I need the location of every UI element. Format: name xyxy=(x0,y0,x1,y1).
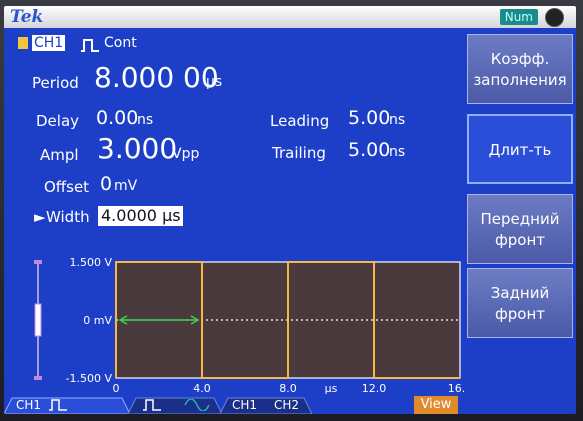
softkey-duty-cycle-line2: заполнения xyxy=(473,71,567,89)
amplitude-label: Ampl xyxy=(40,146,79,164)
run-mode-label: Cont xyxy=(104,35,137,51)
delay-value[interactable]: 0.00 xyxy=(96,107,138,129)
tab-pulse-icon xyxy=(49,399,67,411)
x-tick-label: 0 xyxy=(113,382,120,394)
width-input[interactable]: 4.0000 µs xyxy=(98,206,183,226)
view-button[interactable]: View xyxy=(414,396,458,414)
delay-unit: ns xyxy=(137,112,154,128)
parameters-panel: CH1 Cont Period 8.000 00 µs Delay 0.00 n… xyxy=(4,28,464,228)
softkey-trailing-edge-line2: фронт xyxy=(494,305,546,323)
lock-status-icon xyxy=(545,8,564,27)
amplitude-scale-slider xyxy=(34,303,42,337)
delay-label: Delay xyxy=(36,112,80,130)
offset-label: Offset xyxy=(44,178,90,196)
leading-unit: ns xyxy=(389,112,406,128)
pulse-waveform-icon xyxy=(81,39,99,52)
tab-sine-icon[interactable] xyxy=(184,399,210,411)
amplitude-unit: Vpp xyxy=(172,146,200,162)
tab-ch2[interactable]: CH2 xyxy=(274,396,299,414)
period-unit: µs xyxy=(206,74,223,90)
tab-ch1[interactable]: CH1 xyxy=(16,396,41,414)
x-axis-unit-label: µs xyxy=(325,382,338,394)
title-bar: Tek Num xyxy=(4,6,576,28)
width-label: Width xyxy=(46,208,90,226)
softkey-leading-edge-line2: фронт xyxy=(494,231,546,249)
channel-color-badge xyxy=(18,37,28,49)
softkey-duty-cycle[interactable]: Коэфф. заполнения xyxy=(467,34,573,104)
tab-pulse-icon-2[interactable] xyxy=(142,399,162,411)
softkey-leading-edge[interactable]: Передний фронт xyxy=(467,194,573,264)
offset-value[interactable]: 0 xyxy=(100,173,112,195)
trailing-label: Trailing xyxy=(272,144,326,162)
softkey-trailing-edge[interactable]: Задний фронт xyxy=(467,268,573,338)
selected-parameter-arrow: ► xyxy=(34,208,46,226)
softkey-menu: Коэфф. заполнения Длит-ть Передний фронт… xyxy=(467,28,576,400)
num-lock-indicator: Num xyxy=(499,9,538,25)
period-value[interactable]: 8.000 00 xyxy=(94,61,219,94)
y-tick-label: -1.500 V xyxy=(66,372,113,385)
softkey-width-line1: Длит-ть xyxy=(488,141,552,159)
y-tick-label: 1.500 V xyxy=(69,256,112,269)
softkey-width[interactable]: Длит-ть xyxy=(467,114,573,184)
leading-label: Leading xyxy=(270,112,330,130)
trailing-unit: ns xyxy=(389,144,406,160)
x-tick-label: 16.0 xyxy=(448,382,464,394)
offset-unit: mV xyxy=(114,178,138,194)
softkey-duty-cycle-line1: Коэфф. xyxy=(490,50,550,68)
amplitude-scale-top-cap xyxy=(34,260,42,264)
period-label: Period xyxy=(32,74,79,92)
waveform-chart: 1.500 V 0 mV -1.500 V0 4.0 8.0 12.0 16.0 µs xyxy=(34,256,464,394)
x-tick-label: 12.0 xyxy=(362,382,387,394)
waveform-display: 1.500 V 0 mV -1.500 V0 4.0 8.0 12.0 16.0 µs xyxy=(4,228,464,394)
display-screen: Tek Num CH1 Cont Period 8.000 00 µs Dela… xyxy=(4,6,576,414)
bottom-tab-bar: CH1 CH1 CH2 View xyxy=(4,396,576,414)
channel-label[interactable]: CH1 xyxy=(32,35,66,51)
softkey-trailing-edge-line1: Задний xyxy=(490,284,550,302)
trailing-value[interactable]: 5.00 xyxy=(348,139,390,161)
tab-ch1-secondary[interactable]: CH1 xyxy=(232,396,257,414)
softkey-leading-edge-line1: Передний xyxy=(480,210,560,228)
leading-value[interactable]: 5.00 xyxy=(348,107,390,129)
x-tick-label: 4.0 xyxy=(193,382,211,394)
amplitude-value[interactable]: 3.000 xyxy=(97,132,177,165)
x-tick-label: 8.0 xyxy=(279,382,297,394)
y-tick-label: 0 mV xyxy=(83,314,112,327)
amplitude-scale-bottom-cap xyxy=(34,376,42,380)
brand-logo: Tek xyxy=(10,7,44,27)
